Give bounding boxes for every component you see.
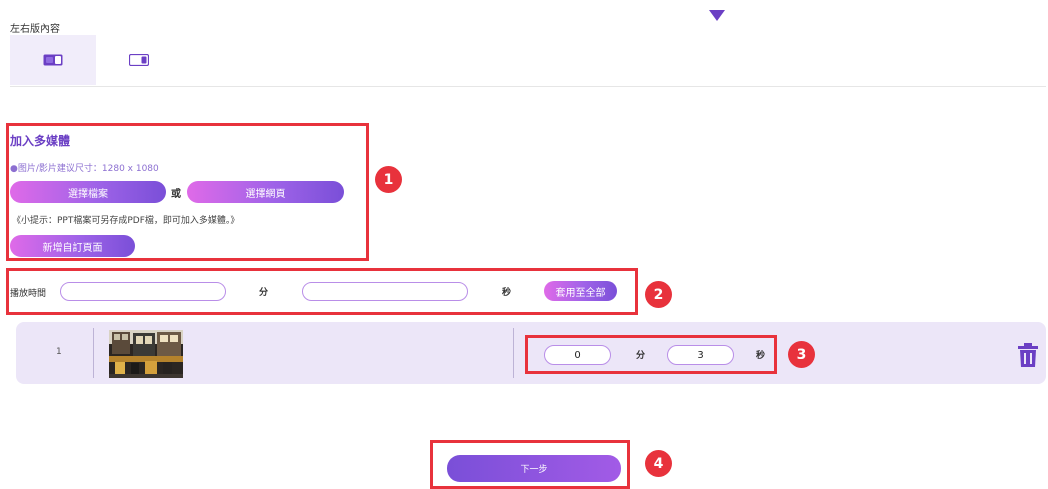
annotation-badge-4: 4 <box>645 450 672 477</box>
choose-webpage-button[interactable]: 選擇網頁 <box>187 181 344 203</box>
slide-minutes-input[interactable]: 0 <box>544 345 611 365</box>
media-tip-text: 《小提示：PPT檔案可另存成PDF檔，即可加入多媒體。》 <box>12 216 240 226</box>
layout-tab-text-left[interactable] <box>10 35 96 85</box>
slide-thumbnail[interactable] <box>109 330 183 378</box>
tabs-divider <box>10 86 1046 87</box>
or-label: 或 <box>171 189 181 200</box>
slide-seconds-input[interactable]: 3 <box>667 345 734 365</box>
choose-file-button[interactable]: 選擇檔案 <box>10 181 166 203</box>
playtime-seconds-input[interactable] <box>302 282 468 301</box>
annotation-badge-2: 2 <box>645 281 672 308</box>
media-size-hint: ●图片/影片建议尺寸：1280 x 1080 <box>10 164 159 174</box>
playtime-label: 播放時間 <box>10 289 47 299</box>
layout-right-icon <box>129 54 149 66</box>
row-divider-left <box>93 328 94 378</box>
apply-to-all-button[interactable]: 套用至全部 <box>544 281 617 301</box>
playtime-minutes-unit: 分 <box>259 288 269 298</box>
add-custom-page-button[interactable]: 新增自訂頁面 <box>10 235 135 257</box>
slide-row-index: 1 <box>56 347 62 357</box>
dropdown-triangle-icon[interactable] <box>709 10 725 21</box>
playtime-seconds-unit: 秒 <box>502 288 512 298</box>
layout-section-title: 左右版內容 <box>10 24 60 35</box>
playtime-minutes-input[interactable] <box>60 282 226 301</box>
annotation-badge-1: 1 <box>375 166 402 193</box>
media-section-title: 加入多媒體 <box>10 134 71 148</box>
trash-icon <box>1018 343 1038 367</box>
annotation-badge-3: 3 <box>788 341 815 368</box>
row-divider-right <box>513 328 514 378</box>
layout-left-icon <box>43 54 63 66</box>
slide-seconds-unit: 秒 <box>756 351 766 361</box>
layout-tab-text-right[interactable] <box>96 35 182 85</box>
delete-slide-button[interactable] <box>1018 343 1038 371</box>
street-photo-image <box>109 330 183 378</box>
slide-minutes-unit: 分 <box>636 351 646 361</box>
next-step-button[interactable]: 下一步 <box>447 455 621 482</box>
